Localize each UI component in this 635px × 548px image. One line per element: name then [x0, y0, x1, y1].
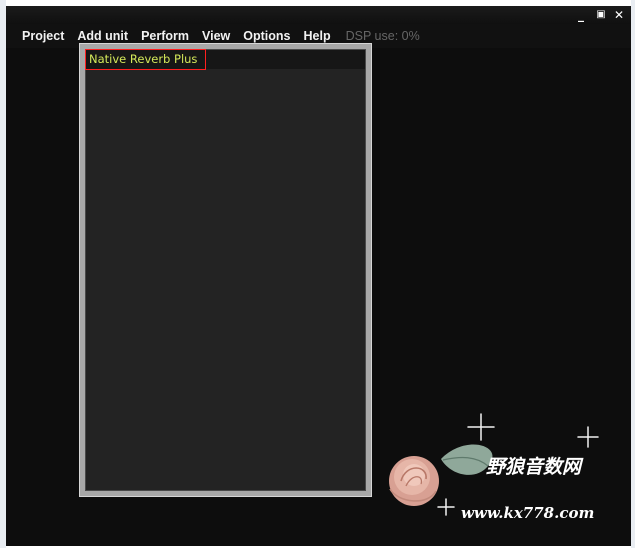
title-bar: _ ▣ ✕ — [6, 6, 631, 24]
menu-options[interactable]: Options — [237, 29, 296, 43]
unit-title[interactable]: Native Reverb Plus — [85, 49, 206, 70]
maximize-icon[interactable]: ▣ — [593, 7, 609, 23]
menu-perform[interactable]: Perform — [135, 29, 195, 43]
dsp-usage-status: DSP use: 0% — [345, 29, 420, 43]
watermark-logo: 野狼音数网 www.kx778.com — [389, 413, 599, 522]
unit-panel-body[interactable]: Native Reverb Plus — [85, 49, 366, 491]
menu-add-unit[interactable]: Add unit — [71, 29, 134, 43]
watermark-site-name: 野狼音数网 — [486, 456, 584, 478]
menu-help[interactable]: Help — [298, 29, 337, 43]
menu-view[interactable]: View — [196, 29, 236, 43]
rose-icon — [389, 456, 439, 506]
close-icon[interactable]: ✕ — [611, 7, 627, 23]
app-window: _ ▣ ✕ Project Add unit Perform View Opti… — [6, 6, 631, 546]
watermark-url: www.kx778.com — [461, 504, 594, 522]
window-frame-right — [631, 0, 635, 548]
minimize-icon[interactable]: _ — [573, 7, 589, 23]
menu-project[interactable]: Project — [16, 29, 70, 43]
unit-panel[interactable]: Native Reverb Plus — [79, 43, 372, 497]
unit-header[interactable]: Native Reverb Plus — [85, 49, 365, 70]
leaf-icon — [441, 444, 493, 475]
